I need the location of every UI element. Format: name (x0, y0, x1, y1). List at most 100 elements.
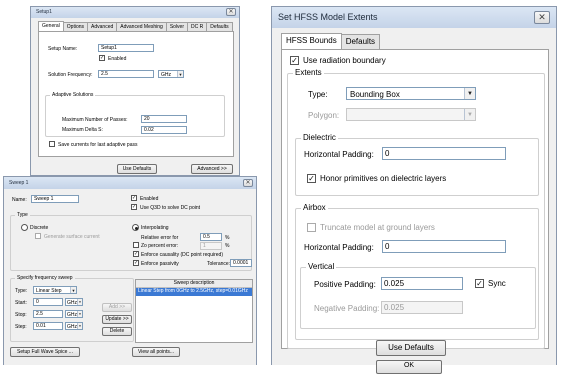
vertical-group-title: Vertical (306, 262, 337, 271)
sweep-type-select[interactable]: Linear Step ▼ (33, 286, 77, 294)
relative-error-unit: % (225, 235, 230, 241)
extents-use-defaults-button[interactable]: Use Defaults (376, 340, 446, 356)
airbox-group: Airbox Truncate model at ground layers H… (295, 203, 539, 340)
discrete-label: Discrete (30, 225, 49, 231)
setup-general-pane: Setup Name: Setup1 ✓ Enabled Solution Fr… (38, 31, 234, 157)
setup-dialog: Setup1 ✕ General Options Advanced Advanc… (30, 6, 240, 176)
dielectric-hpad-input[interactable]: 0 (382, 147, 506, 160)
frequency-sweep-group: Specify frequency sweep Type: Linear Ste… (10, 275, 134, 342)
dielectric-group: Dielectric Horizontal Padding: 0 ✓ Honor… (295, 133, 539, 196)
close-icon[interactable]: ✕ (243, 179, 253, 187)
extents-group: Extents Type: Bounding Box ▼ Polygon: ▼ D… (287, 68, 545, 356)
hfss-bounds-pane: ✓ Use radiation boundary Extents Type: B… (281, 49, 549, 356)
polygon-select[interactable]: ▼ (346, 108, 476, 121)
interpolating-label: Interpolating (141, 225, 169, 231)
close-icon[interactable]: ✕ (226, 8, 236, 16)
advanced-button[interactable]: Advanced >> (191, 164, 233, 174)
setup-name-input[interactable]: Setup1 (98, 44, 154, 52)
discrete-radio[interactable] (21, 224, 28, 231)
airbox-hpad-label: Horizontal Padding: (304, 243, 374, 252)
view-all-points-button[interactable]: View all points... (132, 347, 180, 357)
q3d-dc-label: Use Q3D to solve DC point (140, 205, 201, 211)
negative-padding-label: Negative Padding: (314, 304, 380, 313)
step-input[interactable]: 0.01 (33, 322, 63, 330)
gen-surface-current-label: Generate surface current (44, 234, 100, 240)
dielectric-hpad-label: Horizontal Padding: (304, 150, 374, 159)
stop-unit-value: GHz (67, 312, 77, 318)
passivity-label: Enforce passivity (141, 261, 179, 267)
radiation-boundary-label: Use radiation boundary (303, 56, 386, 65)
close-icon[interactable]: ✕ (534, 11, 550, 24)
airbox-hpad-input[interactable]: 0 (382, 240, 506, 253)
sweep-type-group: Type Discrete Generate surface current I… (10, 212, 252, 271)
extents-type-select[interactable]: Bounding Box ▼ (346, 87, 476, 100)
enabled-checkbox[interactable]: ✓ (99, 55, 105, 61)
delete-button[interactable]: Delete (102, 327, 132, 336)
causality-label: Enforce causality (DC point required) (141, 252, 223, 258)
negative-padding-input[interactable]: 0.025 (381, 301, 463, 314)
chevron-down-icon: ▼ (177, 71, 183, 77)
start-input[interactable]: 0 (33, 298, 63, 306)
start-label: Start: (15, 300, 27, 306)
sweep-enabled-label: Enabled (140, 196, 159, 202)
interpolating-radio[interactable] (132, 224, 139, 231)
radiation-boundary-checkbox[interactable]: ✓ (290, 56, 299, 65)
extents-type-value: Bounding Box (350, 90, 400, 99)
chevron-down-icon: ▼ (77, 299, 82, 305)
enabled-label: Enabled (108, 56, 127, 62)
sweep-type-value: Linear Step (36, 288, 62, 294)
chevron-down-icon: ▼ (77, 323, 82, 329)
use-defaults-button[interactable]: Use Defaults (117, 164, 157, 174)
max-passes-label: Maximum Number of Passes: (62, 117, 128, 123)
sweep-description-header: Sweep description (136, 280, 252, 288)
max-delta-s-label: Maximum Delta S: (62, 127, 103, 133)
setup-title-bar: Setup1 ✕ (31, 7, 239, 18)
setup-full-wave-spice-button[interactable]: Setup Full Wave Spice ... (10, 347, 80, 357)
sync-label: Sync (488, 279, 506, 288)
ok-button[interactable]: OK (376, 360, 442, 374)
max-delta-s-input[interactable]: 0.02 (141, 126, 187, 134)
save-currents-checkbox[interactable] (49, 141, 55, 147)
relative-error-input[interactable]: 0.5 (200, 233, 222, 241)
tab-general[interactable]: General (38, 21, 64, 31)
add-button[interactable]: Add >> (102, 303, 132, 312)
max-passes-input[interactable]: 20 (141, 115, 187, 123)
zo-error-unit: % (225, 243, 230, 249)
passivity-checkbox[interactable]: ✓ (133, 260, 139, 266)
truncate-model-checkbox[interactable] (307, 223, 316, 232)
chevron-down-icon: ▼ (464, 88, 475, 99)
step-unit-select[interactable]: GHz ▼ (65, 322, 83, 330)
extents-dialog: Set HFSS Model Extents ✕ HFSS Bounds Def… (271, 6, 557, 374)
start-unit-value: GHz (67, 300, 77, 306)
positive-padding-label: Positive Padding: (314, 280, 376, 289)
tab-hfss-bounds[interactable]: HFSS Bounds (281, 33, 342, 49)
setup-title: Setup1 (36, 9, 52, 15)
chevron-down-icon: ▼ (464, 109, 475, 120)
tolerance-input[interactable]: 0.0001 (230, 259, 252, 267)
update-button[interactable]: Update >> (102, 315, 132, 324)
zo-error-checkbox[interactable] (133, 242, 139, 248)
frequency-unit-select[interactable]: GHz ▼ (158, 70, 184, 78)
adaptive-solutions-group: Adaptive Solutions Maximum Number of Pas… (45, 92, 225, 137)
gen-surface-current-checkbox[interactable] (35, 233, 41, 239)
causality-checkbox[interactable]: ✓ (133, 251, 139, 257)
tab-defaults[interactable]: Defaults (340, 34, 381, 50)
positive-padding-input[interactable]: 0.025 (381, 277, 463, 290)
sweep-description-list: Sweep description Linear Step from 0GHz … (135, 279, 253, 343)
stop-unit-select[interactable]: GHz ▼ (65, 310, 83, 318)
sweep-title-bar: Sweep 1 ✕ (4, 177, 256, 189)
zo-error-input[interactable]: 1 (200, 242, 222, 250)
sweep-enabled-checkbox[interactable]: ✓ (131, 195, 137, 201)
extents-tabs: HFSS Bounds Defaults (281, 33, 381, 50)
sweep-type-title: Type (15, 212, 30, 218)
solution-frequency-input[interactable]: 2.5 (98, 70, 154, 78)
sweep-description-row[interactable]: Linear Step from 0GHz to 2.5GHz, step=0.… (136, 288, 252, 296)
q3d-dc-checkbox[interactable]: ✓ (131, 204, 137, 210)
frequency-sweep-title: Specify frequency sweep (15, 275, 75, 281)
stop-input[interactable]: 2.5 (33, 310, 63, 318)
sweep-name-input[interactable]: Sweep 1 (31, 195, 79, 203)
sync-checkbox[interactable]: ✓ (475, 279, 484, 288)
honor-primitives-checkbox[interactable]: ✓ (307, 174, 316, 183)
start-unit-select[interactable]: GHz ▼ (65, 298, 83, 306)
tolerance-label: Tolerance: (207, 261, 231, 267)
